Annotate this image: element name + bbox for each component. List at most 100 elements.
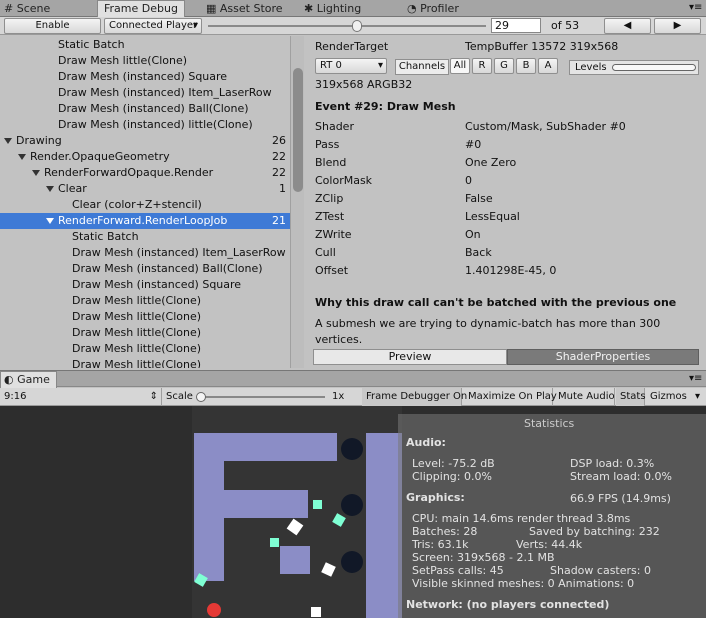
event-slider-track[interactable] xyxy=(208,25,486,27)
enable-button[interactable]: Enable xyxy=(4,18,101,34)
tree-scrollbar-thumb[interactable] xyxy=(293,68,303,192)
tab-frame-debug[interactable]: Frame Debug xyxy=(97,0,185,18)
tree-scrollbar[interactable] xyxy=(290,36,304,368)
expand-arrow-icon[interactable] xyxy=(4,138,12,144)
fps: 66.9 FPS (14.9ms) xyxy=(570,492,671,505)
dropdown-arrow-icon: ▾ xyxy=(694,391,700,402)
player-dropdown[interactable]: Connected Player ▾ xyxy=(104,18,202,34)
levels-slider[interactable] xyxy=(612,64,696,71)
property-key: Cull xyxy=(315,246,336,259)
tree-row-label: Draw Mesh (instanced) Square xyxy=(58,70,228,83)
scale-slider-thumb[interactable] xyxy=(196,392,206,402)
tab-profiler[interactable]: ◔ Profiler xyxy=(407,1,459,17)
grid-icon: # xyxy=(4,2,14,15)
maze-block xyxy=(194,490,308,518)
tree-row[interactable]: Drawing 26 xyxy=(0,133,290,149)
levels-control[interactable]: Levels xyxy=(569,60,699,75)
tree-row[interactable]: RenderForwardOpaque.Render 22 xyxy=(0,165,290,181)
tree-row[interactable]: Draw Mesh little(Clone) xyxy=(0,53,290,69)
little-piece xyxy=(332,513,346,527)
maximize-on-play-button[interactable]: Maximize On Play xyxy=(464,388,557,406)
scale-control[interactable]: Scale 1x xyxy=(162,388,360,406)
expand-arrow-icon[interactable] xyxy=(46,186,54,192)
game-tab-bar: ◐ Game ▾≡ xyxy=(0,370,706,388)
property-value: False xyxy=(465,192,493,205)
tree-row[interactable]: Draw Mesh (instanced) Item_LaserRow xyxy=(0,245,290,261)
tree-row-label: Draw Mesh (instanced) little(Clone) xyxy=(58,118,253,131)
window-tab-bar: # Scene Frame Debug ▦ Asset Store ✱ Ligh… xyxy=(0,0,706,18)
tree-row[interactable]: Static Batch xyxy=(0,229,290,245)
tree-row[interactable]: Draw Mesh little(Clone) xyxy=(0,325,290,341)
tree-row-label: RenderForwardOpaque.Render xyxy=(44,166,214,179)
dropdown-arrow-icon: ▾ xyxy=(192,20,198,31)
frame-debugger-on-button[interactable]: Frame Debugger On xyxy=(362,388,467,406)
prev-event-button[interactable]: ◀ xyxy=(604,18,651,34)
tree-row[interactable]: Draw Mesh little(Clone) xyxy=(0,357,290,368)
next-event-button[interactable]: ▶ xyxy=(654,18,701,34)
expand-arrow-icon[interactable] xyxy=(18,154,26,160)
rt-select-dropdown[interactable]: RT 0 ▾ xyxy=(315,58,387,74)
screen-info: Screen: 319x568 - 2.1 MB xyxy=(412,551,555,564)
aspect-dropdown[interactable]: 9:16 ⇕ xyxy=(0,388,162,406)
event-index-input[interactable]: 29 xyxy=(491,18,541,33)
tree-row-label: Static Batch xyxy=(72,230,139,243)
property-value: LessEqual xyxy=(465,210,520,223)
tab-asset-store[interactable]: ▦ Asset Store xyxy=(206,1,283,17)
tree-row[interactable]: Draw Mesh (instanced) Ball(Clone) xyxy=(0,101,290,117)
property-value: One Zero xyxy=(465,156,517,169)
gizmos-dropdown[interactable]: Gizmos ▾ xyxy=(646,388,706,406)
tab-game[interactable]: ◐ Game xyxy=(0,371,57,388)
tree-row[interactable]: Draw Mesh (instanced) little(Clone) xyxy=(0,117,290,133)
tree-row-label: Draw Mesh little(Clone) xyxy=(72,294,202,307)
saved-by-batching: Saved by batching: 232 xyxy=(529,525,660,538)
channel-g-button[interactable]: G xyxy=(494,58,514,74)
tree-row[interactable]: Draw Mesh (instanced) Square xyxy=(0,69,290,85)
shadow-casters: Shadow casters: 0 xyxy=(550,564,651,577)
event-title: Event #29: Draw Mesh xyxy=(315,100,456,113)
tree-row[interactable]: Draw Mesh (instanced) Ball(Clone) xyxy=(0,261,290,277)
lightbulb-icon: ✱ xyxy=(304,2,314,15)
channel-b-button[interactable]: B xyxy=(516,58,536,74)
expand-arrow-icon[interactable] xyxy=(46,218,54,224)
property-key: Pass xyxy=(315,138,340,151)
tree-row[interactable]: Draw Mesh little(Clone) xyxy=(0,293,290,309)
tree-row[interactable]: Static Batch xyxy=(0,37,290,53)
audio-clipping: Clipping: 0.0% xyxy=(412,470,492,483)
tree-row[interactable]: Clear 1 xyxy=(0,181,290,197)
graphics-header: Graphics: xyxy=(406,491,465,504)
property-key: Blend xyxy=(315,156,347,169)
property-key: ZWrite xyxy=(315,228,352,241)
expand-arrow-icon[interactable] xyxy=(32,170,40,176)
property-value: #0 xyxy=(465,138,482,151)
tree-row-label: Draw Mesh (instanced) Ball(Clone) xyxy=(72,262,263,275)
setpass-calls: SetPass calls: 45 xyxy=(412,564,504,577)
channel-r-button[interactable]: R xyxy=(472,58,492,74)
property-row: Offset 1.401298E-45, 0 xyxy=(315,263,705,279)
tree-row-count: 21 xyxy=(272,214,286,227)
panel-menu-icon[interactable]: ▾≡ xyxy=(689,373,702,384)
dropdown-arrow-icon: ▾ xyxy=(377,60,383,71)
tree-row[interactable]: Draw Mesh little(Clone) xyxy=(0,309,290,325)
tab-shader-properties[interactable]: ShaderProperties xyxy=(507,349,699,365)
tree-row-count: 22 xyxy=(272,166,286,179)
panel-menu-icon[interactable]: ▾≡ xyxy=(689,2,702,13)
tab-scene[interactable]: # Scene xyxy=(4,1,50,17)
stream-load: Stream load: 0.0% xyxy=(570,470,672,483)
verts: Verts: 44.4k xyxy=(516,538,583,551)
tree-row[interactable]: Clear (color+Z+stencil) xyxy=(0,197,290,213)
red-ball xyxy=(207,603,221,617)
network-status: Network: (no players connected) xyxy=(406,598,610,611)
tree-row[interactable]: Draw Mesh (instanced) Square xyxy=(0,277,290,293)
event-slider-thumb[interactable] xyxy=(352,20,362,32)
stats-button[interactable]: Stats xyxy=(616,388,646,406)
mute-audio-button[interactable]: Mute Audio xyxy=(554,388,615,406)
tab-preview[interactable]: Preview xyxy=(313,349,507,365)
channel-a-button[interactable]: A xyxy=(538,58,558,74)
tree-row[interactable]: RenderForward.RenderLoopJob 21 xyxy=(0,213,290,229)
tab-lighting[interactable]: ✱ Lighting xyxy=(304,1,361,17)
scale-slider-track[interactable] xyxy=(199,396,325,398)
tree-row[interactable]: Render.OpaqueGeometry 22 xyxy=(0,149,290,165)
tree-row[interactable]: Draw Mesh little(Clone) xyxy=(0,341,290,357)
tree-row[interactable]: Draw Mesh (instanced) Item_LaserRow xyxy=(0,85,290,101)
channel-all-button[interactable]: All xyxy=(450,58,470,74)
